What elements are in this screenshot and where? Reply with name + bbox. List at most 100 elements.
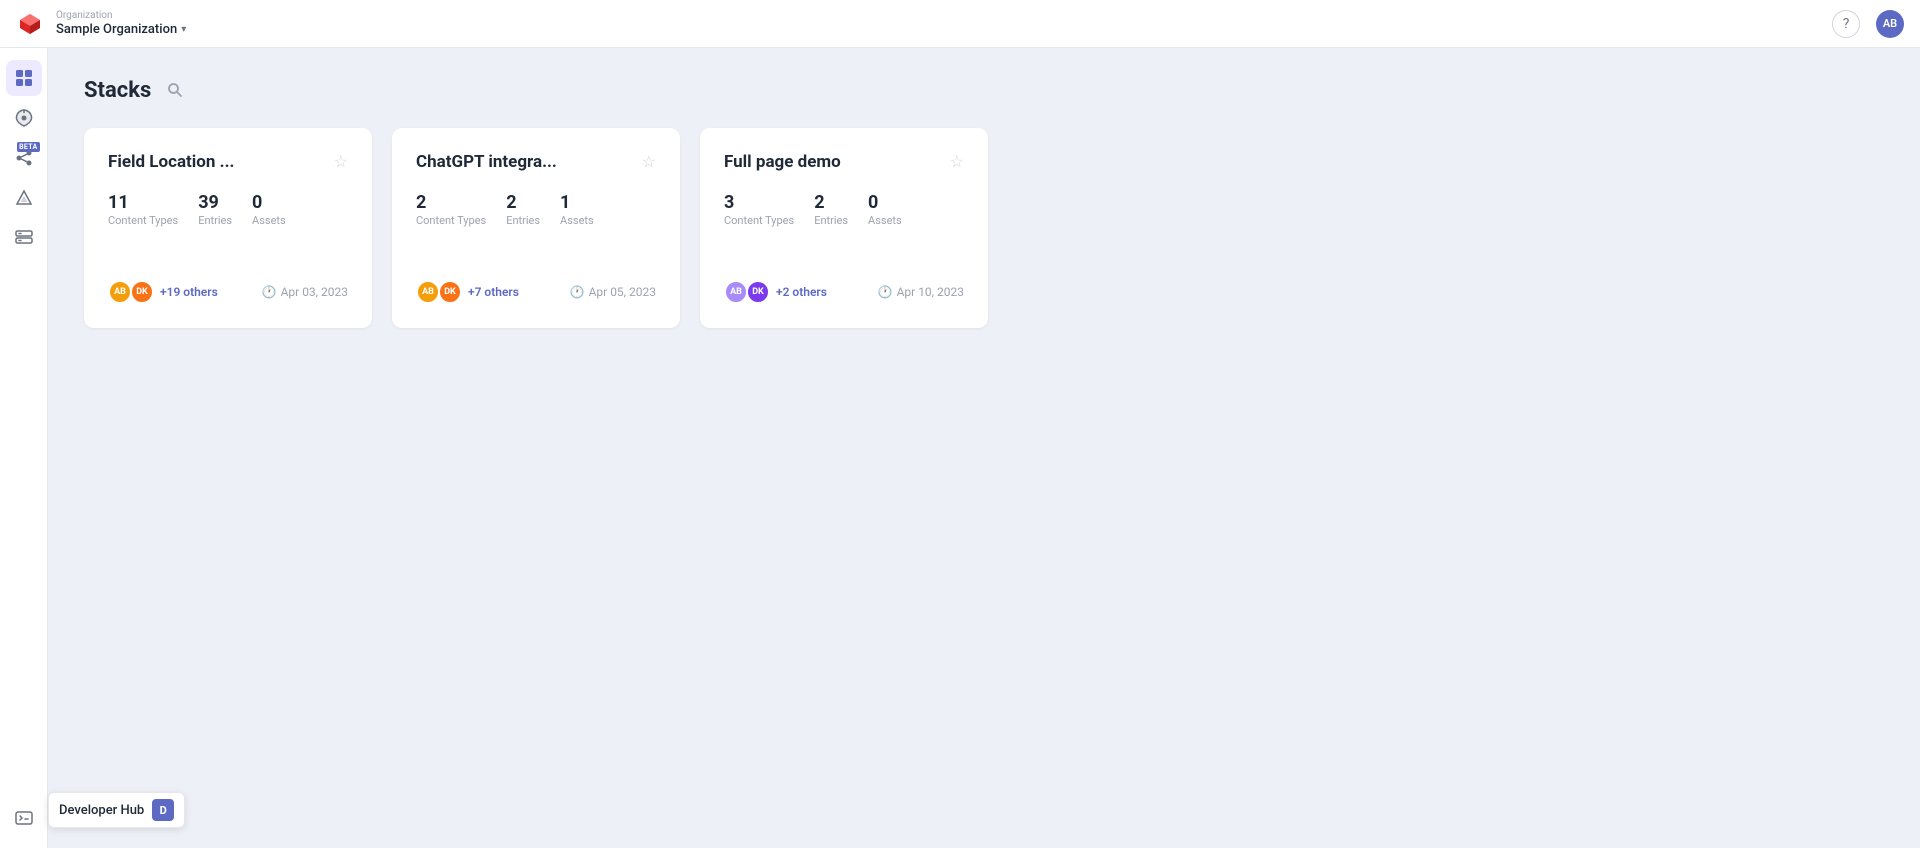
date-text: Apr 05, 2023 [589,285,656,299]
others-count: +7 others [468,285,519,299]
content-types-count: 3 [724,192,794,214]
card-footer: AB DK +2 others 🕐 Apr 10, 2023 [724,280,964,304]
favorite-star-icon[interactable]: ☆ [950,152,964,171]
stat-assets: 1 Assets [560,192,594,228]
card-header: Field Location ... ☆ [108,152,348,172]
sidebar: BETA [0,48,48,848]
org-name-dropdown[interactable]: Sample Organization ▾ [56,22,186,37]
card-stats: 2 Content Types 2 Entries 1 Assets [416,192,656,228]
avatar-ab: AB [416,280,440,304]
triangle-icon [14,188,34,208]
page-title: Stacks [84,78,151,103]
search-icon [167,82,183,98]
developer-hub-badge: D [152,799,174,821]
content-types-label: Content Types [108,214,178,228]
grid-icon [14,68,34,88]
sidebar-bottom [6,800,42,836]
stack-card-field-location[interactable]: Field Location ... ☆ 11 Content Types 39… [84,128,372,328]
main-content: Stacks Field Location ... ☆ 11 Co [48,48,1920,848]
stat-entries: 39 Entries [198,192,232,228]
stat-assets: 0 Assets [868,192,902,228]
entries-label: Entries [198,214,232,228]
favorite-star-icon[interactable]: ☆ [334,152,348,171]
entries-label: Entries [814,214,848,228]
main-layout: BETA [0,48,1920,848]
card-title: Field Location ... [108,152,234,172]
assets-count: 0 [252,192,286,214]
user-avatar[interactable]: AB [1876,10,1904,38]
stack-card-chatgpt[interactable]: ChatGPT integra... ☆ 2 Content Types 2 E… [392,128,680,328]
avatar-dk: DK [746,280,770,304]
content-types-label: Content Types [416,214,486,228]
favorite-star-icon[interactable]: ☆ [642,152,656,171]
avatar-ab: AB [724,280,748,304]
clock-icon: 🕐 [262,285,277,299]
clock-icon: 🕐 [878,285,893,299]
card-date: 🕐 Apr 05, 2023 [570,285,656,299]
stack-card-full-page-demo[interactable]: Full page demo ☆ 3 Content Types 2 Entri… [700,128,988,328]
card-date: 🕐 Apr 10, 2023 [878,285,964,299]
header-right: ? AB [1832,10,1904,38]
assets-count: 1 [560,192,594,214]
others-count: +2 others [776,285,827,299]
card-title: Full page demo [724,152,841,172]
assets-label: Assets [868,214,902,228]
stat-entries: 2 Entries [506,192,540,228]
clock-icon: 🕐 [570,285,585,299]
date-text: Apr 03, 2023 [281,285,348,299]
card-footer: AB DK +7 others 🕐 Apr 05, 2023 [416,280,656,304]
avatar-dk: DK [130,280,154,304]
entries-label: Entries [506,214,540,228]
stat-entries: 2 Entries [814,192,848,228]
stat-content-types: 2 Content Types [416,192,486,228]
content-types-label: Content Types [724,214,794,228]
avatars-row: AB DK +2 others [724,280,827,304]
avatar-ab: AB [108,280,132,304]
card-footer: AB DK +19 others 🕐 Apr 03, 2023 [108,280,348,304]
avatar-dk: DK [438,280,462,304]
help-button[interactable]: ? [1832,10,1860,38]
assets-label: Assets [252,214,286,228]
sidebar-item-triangle[interactable] [6,180,42,216]
card-date: 🕐 Apr 03, 2023 [262,285,348,299]
sidebar-item-developer-hub[interactable] [6,800,42,836]
sidebar-item-launch[interactable] [6,100,42,136]
content-types-count: 2 [416,192,486,214]
chevron-down-icon: ▾ [181,24,186,35]
stacks-header: Stacks [84,76,1884,104]
assets-label: Assets [560,214,594,228]
entries-count: 39 [198,192,232,214]
date-text: Apr 10, 2023 [897,285,964,299]
assets-count: 0 [868,192,902,214]
organization-section: Organization Sample Organization ▾ [56,10,186,37]
launch-icon [14,108,34,128]
developer-hub-tooltip-label: Developer Hub [59,803,144,818]
beta-badge: BETA [17,142,39,152]
sidebar-item-api[interactable]: BETA [6,140,42,176]
card-header: Full page demo ☆ [724,152,964,172]
entries-count: 2 [814,192,848,214]
search-button[interactable] [161,76,189,104]
app-logo [16,10,44,38]
developer-hub-tooltip: Developer Hub D [48,792,185,828]
entries-count: 2 [506,192,540,214]
storage-icon [14,228,34,248]
card-stats: 11 Content Types 39 Entries 0 Assets [108,192,348,228]
sidebar-item-storage[interactable] [6,220,42,256]
cards-grid: Field Location ... ☆ 11 Content Types 39… [84,128,1884,328]
stat-content-types: 3 Content Types [724,192,794,228]
stat-content-types: 11 Content Types [108,192,178,228]
avatars-row: AB DK +19 others [108,280,218,304]
card-header: ChatGPT integra... ☆ [416,152,656,172]
card-title: ChatGPT integra... [416,152,557,172]
content-types-count: 11 [108,192,178,214]
card-stats: 3 Content Types 2 Entries 0 Assets [724,192,964,228]
avatars-row: AB DK +7 others [416,280,519,304]
top-header: Organization Sample Organization ▾ ? AB [0,0,1920,48]
org-label: Organization [56,10,186,22]
others-count: +19 others [160,285,218,299]
developer-hub-icon [14,808,34,828]
stat-assets: 0 Assets [252,192,286,228]
sidebar-item-stacks[interactable] [6,60,42,96]
header-left: Organization Sample Organization ▾ [16,10,186,38]
